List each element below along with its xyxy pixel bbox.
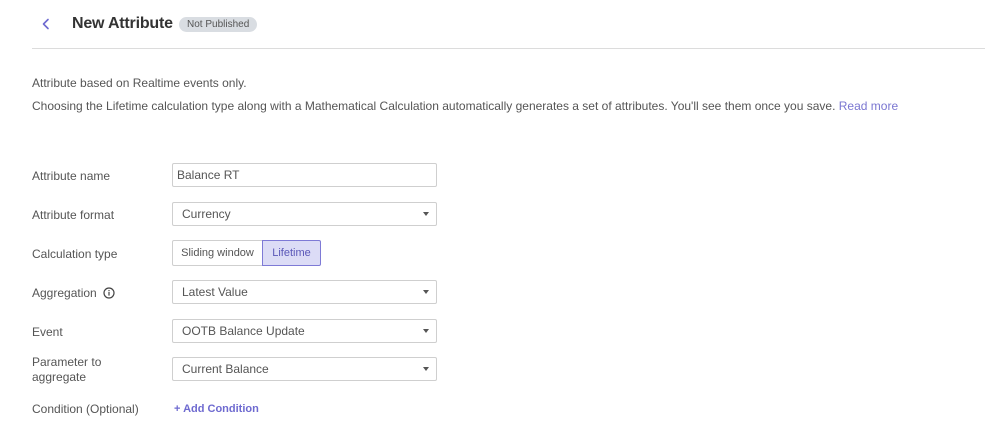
sliding-window-option[interactable]: Sliding window <box>172 240 263 266</box>
aggregation-value: Latest Value <box>182 285 248 299</box>
calculation-type-label: Calculation type <box>32 247 118 261</box>
parameter-label: Parameter to aggregate <box>32 355 102 384</box>
attribute-name-input[interactable] <box>172 163 437 187</box>
caret-down-icon <box>423 290 429 294</box>
aggregation-select[interactable]: Latest Value <box>172 280 437 304</box>
chevron-left-icon <box>42 18 49 30</box>
read-more-link[interactable]: Read more <box>839 99 898 113</box>
page-title: New Attribute <box>72 15 173 32</box>
aggregation-label-text: Aggregation <box>32 286 97 300</box>
attribute-format-value: Currency <box>182 207 231 221</box>
back-button[interactable] <box>36 14 56 34</box>
lifetime-option[interactable]: Lifetime <box>262 240 321 266</box>
parameter-value: Current Balance <box>182 362 269 376</box>
calculation-type-toggle: Sliding window Lifetime <box>172 240 321 266</box>
add-condition-button[interactable]: + Add Condition <box>174 402 259 416</box>
info-icon[interactable] <box>103 287 115 303</box>
attribute-format-select[interactable]: Currency <box>172 202 437 226</box>
event-label: Event <box>32 325 63 339</box>
info-text-lifetime-body: Choosing the Lifetime calculation type a… <box>32 99 836 113</box>
condition-label: Condition (Optional) <box>32 402 139 416</box>
event-value: OOTB Balance Update <box>182 324 305 338</box>
caret-down-icon <box>423 367 429 371</box>
info-text-lifetime: Choosing the Lifetime calculation type a… <box>32 99 898 114</box>
caret-down-icon <box>423 329 429 333</box>
page-header: New Attribute Not Published <box>0 0 985 49</box>
status-badge: Not Published <box>179 17 258 32</box>
info-text-realtime: Attribute based on Realtime events only. <box>32 76 247 90</box>
attribute-format-label: Attribute format <box>32 208 115 222</box>
caret-down-icon <box>423 212 429 216</box>
event-select[interactable]: OOTB Balance Update <box>172 319 437 343</box>
attribute-name-label: Attribute name <box>32 169 111 183</box>
header-divider <box>32 48 985 49</box>
parameter-select[interactable]: Current Balance <box>172 357 437 381</box>
aggregation-label: Aggregation <box>32 286 115 303</box>
